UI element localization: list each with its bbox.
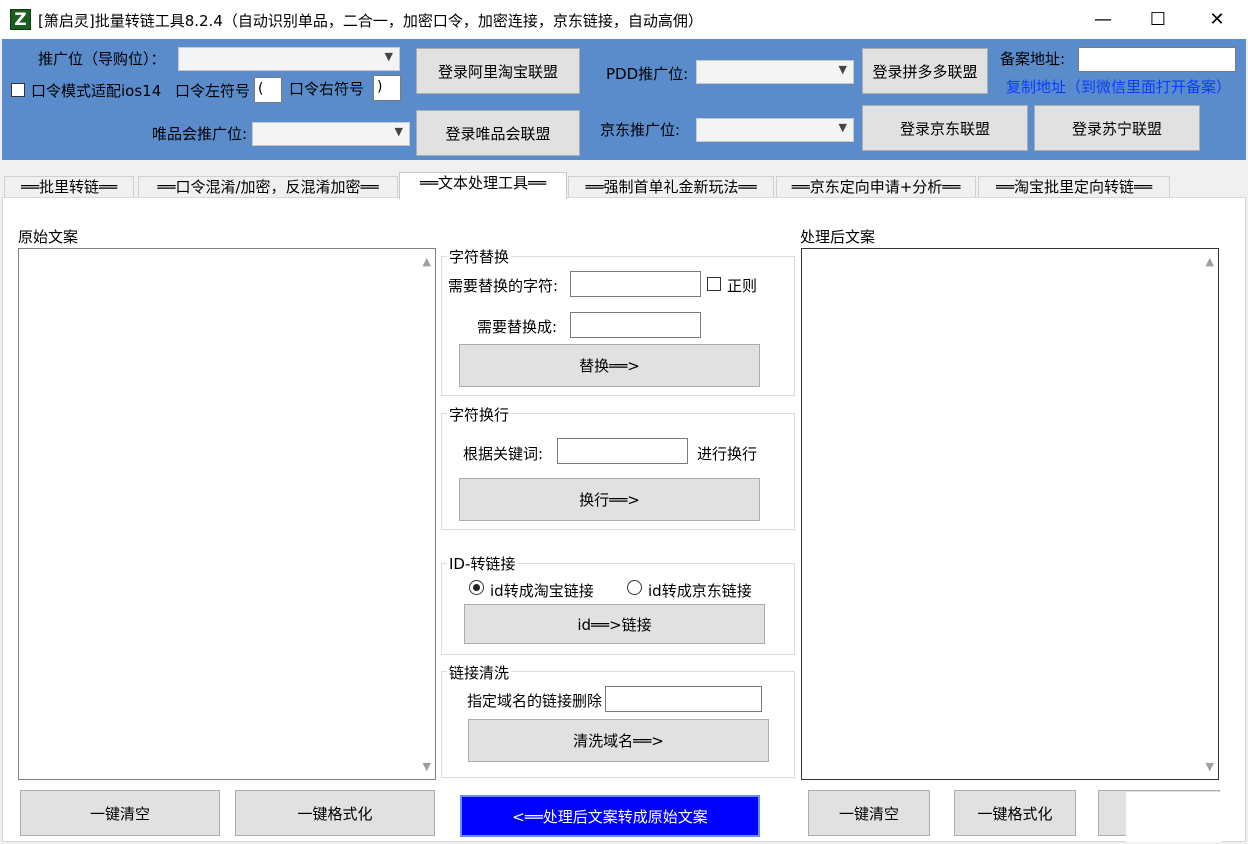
- convert-back-button[interactable]: <══处理后文案转成原始文案: [460, 795, 760, 837]
- original-text-label: 原始文案: [18, 228, 79, 246]
- scroll-up-icon[interactable]: ▲: [423, 255, 431, 268]
- scroll-down-icon[interactable]: ▼: [423, 760, 431, 773]
- radio-taobao-label: id转成淘宝链接: [490, 582, 594, 600]
- ios14-label: 口令模式适配ios14: [31, 82, 162, 100]
- chevron-down-icon: ▼: [838, 121, 847, 134]
- login-jd-button[interactable]: 登录京东联盟: [862, 105, 1028, 151]
- keyword-input[interactable]: [557, 438, 688, 464]
- replace-with-input[interactable]: [570, 312, 701, 338]
- maximize-button[interactable]: ☐: [1135, 0, 1181, 39]
- radio-jd-label: id转成京东链接: [648, 582, 752, 600]
- window-title: [箫启灵]批量转链工具8.2.4（自动识别单品，二合一，加密口令，加密连接，京东…: [38, 12, 703, 30]
- tab-first-order-gift[interactable]: ══强制首单礼金新玩法══: [568, 176, 774, 198]
- right-clear-button[interactable]: 一键清空: [808, 790, 930, 836]
- replace-button[interactable]: 替换══>: [459, 344, 760, 387]
- vip-position-label: 唯品会推广位:: [152, 125, 248, 143]
- title-bar: Z [箫启灵]批量转链工具8.2.4（自动识别单品，二合一，加密口令，加密连接，…: [0, 0, 1248, 39]
- newline-button[interactable]: 换行══>: [459, 478, 760, 521]
- login-pdd-button[interactable]: 登录拼多多联盟: [862, 48, 988, 94]
- radio-jd[interactable]: [627, 580, 642, 595]
- processed-textarea[interactable]: ▲ ▼: [801, 248, 1219, 780]
- id-convert-group-title: ID-转链接: [447, 553, 518, 574]
- keyword-label: 根据关键词:: [463, 445, 544, 463]
- login-suning-button[interactable]: 登录苏宁联盟: [1034, 105, 1200, 151]
- close-button[interactable]: ✕: [1194, 0, 1240, 39]
- processed-text-label: 处理后文案: [800, 228, 876, 246]
- clean-group-title: 链接清洗: [447, 662, 512, 683]
- copy-address-link[interactable]: 复制地址（到微信里面打开备案）: [1006, 76, 1231, 97]
- scroll-up-icon[interactable]: ▲: [1206, 255, 1214, 268]
- login-ali-button[interactable]: 登录阿里淘宝联盟: [416, 48, 580, 94]
- find-label: 需要替换的字符:: [448, 277, 559, 295]
- tab-jd-targeted[interactable]: ══京东定向申请+分析══: [776, 176, 976, 198]
- radio-taobao[interactable]: [469, 580, 484, 595]
- domain-input[interactable]: [605, 686, 762, 712]
- right-format-button[interactable]: 一键格式化: [954, 790, 1076, 836]
- tab-token-obfuscate[interactable]: ══口令混淆/加密，反混淆加密══: [138, 176, 398, 198]
- left-symbol-input[interactable]: (: [254, 77, 282, 103]
- pdd-position-label: PDD推广位:: [606, 65, 689, 83]
- app-icon: Z: [10, 9, 31, 30]
- right-symbol-input[interactable]: ): [373, 75, 401, 101]
- left-format-button[interactable]: 一键格式化: [235, 790, 435, 836]
- pdd-position-select[interactable]: ▼: [696, 60, 854, 84]
- original-textarea[interactable]: ▲ ▼: [18, 248, 436, 780]
- scroll-down-icon[interactable]: ▼: [1206, 760, 1214, 773]
- beian-address-input[interactable]: [1078, 47, 1236, 72]
- replace-with-label: 需要替换成:: [477, 318, 558, 336]
- ios14-checkbox[interactable]: [11, 83, 25, 97]
- chevron-down-icon: ▼: [384, 50, 393, 63]
- jd-position-label: 京东推广位:: [600, 121, 681, 139]
- left-symbol-label: 口令左符号: [175, 82, 251, 100]
- vip-position-select[interactable]: ▼: [252, 122, 410, 146]
- id-to-link-button[interactable]: id══>链接: [464, 604, 765, 644]
- regex-label: 正则: [727, 277, 758, 295]
- chevron-down-icon: ▼: [838, 63, 847, 76]
- tab-batch-convert[interactable]: ══批里转链══: [4, 176, 134, 198]
- minimize-button[interactable]: —: [1080, 0, 1126, 39]
- blank-overlay: [1126, 792, 1222, 842]
- jd-position-select[interactable]: ▼: [696, 118, 854, 142]
- account-header-panel: 推广位（导购位）： ▼ 口令模式适配ios14 口令左符号 ( 口令右符号 ) …: [2, 39, 1246, 160]
- clean-domain-button[interactable]: 清洗域名══>: [468, 719, 769, 762]
- chevron-down-icon: ▼: [394, 125, 403, 138]
- newline-suffix-label: 进行换行: [697, 445, 758, 463]
- left-clear-button[interactable]: 一键清空: [20, 790, 220, 836]
- login-vip-button[interactable]: 登录唯品会联盟: [416, 110, 580, 156]
- tab-text-tools[interactable]: ══文本处理工具══: [399, 172, 567, 199]
- right-symbol-label: 口令右符号: [289, 80, 365, 98]
- replace-group-title: 字符替换: [447, 246, 512, 267]
- promo-position-select[interactable]: ▼: [178, 47, 400, 71]
- newline-group-title: 字符换行: [447, 404, 512, 425]
- regex-checkbox[interactable]: [707, 277, 721, 291]
- find-input[interactable]: [570, 271, 701, 297]
- beian-address-label: 备案地址:: [1000, 50, 1066, 68]
- tab-taobao-targeted[interactable]: ══淘宝批里定向转链══: [978, 176, 1170, 198]
- promo-position-label: 推广位（导购位）：: [38, 50, 166, 68]
- domain-label: 指定域名的链接删除: [467, 692, 603, 710]
